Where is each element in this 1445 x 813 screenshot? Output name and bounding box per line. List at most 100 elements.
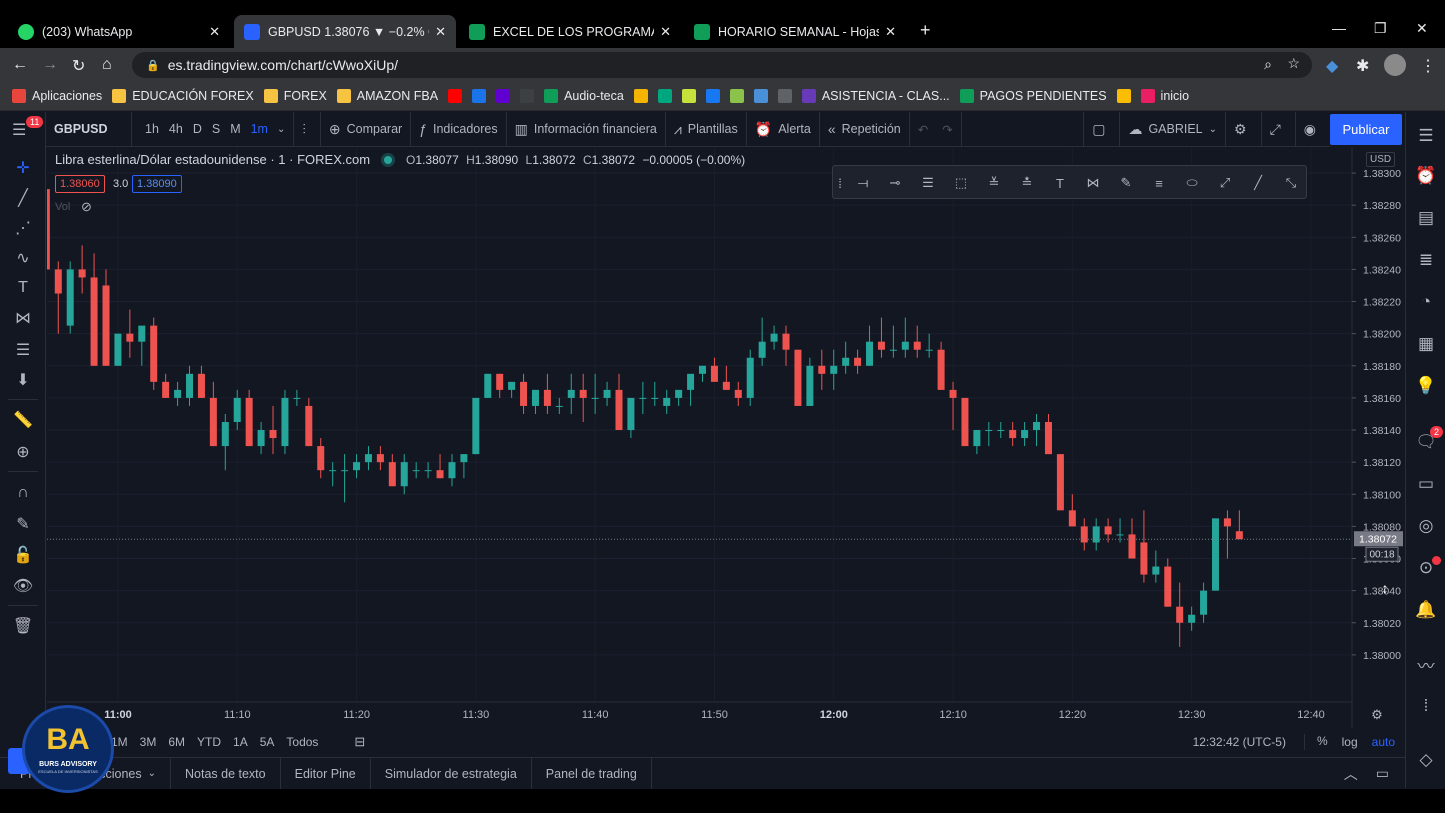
magnet-icon[interactable]: ∩ — [12, 482, 34, 504]
calendar-icon[interactable]: ▦ — [1414, 332, 1438, 356]
star-icon[interactable]: ☆ — [1287, 55, 1300, 72]
close-tab-icon[interactable]: ✕ — [209, 24, 220, 40]
layers-icon[interactable]: ◇ — [1414, 748, 1438, 772]
templates-button[interactable]: ⩘ Plantillas — [666, 111, 747, 147]
ruler-icon[interactable]: 📏 — [12, 409, 34, 431]
fib-channel-icon[interactable]: ≡ — [1149, 173, 1169, 193]
range-YTD[interactable]: YTD — [197, 735, 221, 749]
close-tab-icon[interactable]: ✕ — [885, 24, 896, 40]
hide-eye-icon[interactable]: ⊘ — [81, 199, 92, 215]
range-Todos[interactable]: Todos — [286, 735, 318, 749]
zoom-in-icon[interactable]: ⊕ — [12, 441, 34, 463]
interval-D[interactable]: D — [193, 122, 202, 136]
new-tab-button[interactable]: + — [920, 20, 931, 41]
horizontal-line-icon[interactable]: ⊸ — [885, 173, 905, 193]
close-tab-icon[interactable]: ✕ — [660, 24, 671, 40]
bookmark-item[interactable] — [657, 89, 672, 103]
messages-icon[interactable]: ▭ — [1414, 472, 1438, 496]
extension-icon[interactable]: ◆ — [1326, 56, 1338, 76]
text-tool-icon[interactable]: T — [12, 277, 34, 299]
ellipse-icon[interactable]: ⬭ — [1182, 173, 1202, 193]
indicators-button[interactable]: ƒ Indicadores — [411, 111, 507, 147]
bottom-tab[interactable]: Panel de trading — [532, 757, 652, 790]
data-window-icon[interactable]: ▤ — [1414, 206, 1438, 230]
profile-avatar[interactable] — [1384, 54, 1406, 76]
snapshot-button[interactable]: ◉ — [1296, 112, 1330, 147]
ideas-icon[interactable]: 💡 — [1414, 374, 1438, 398]
bookmark-item[interactable]: EDUCACIÓN FOREX — [112, 89, 254, 103]
replay-button[interactable]: « Repetición — [820, 111, 910, 147]
zigzag-icon[interactable]: 〰 — [1414, 652, 1438, 676]
bookmark-item[interactable] — [633, 89, 648, 103]
trendline-icon[interactable]: ╱ — [12, 187, 34, 209]
trash-icon[interactable]: 🗑 — [12, 615, 34, 637]
chevron-down-icon[interactable]: ⌄ — [277, 124, 285, 135]
eye-icon[interactable]: 👁 — [12, 575, 34, 597]
range-1A[interactable]: 1A — [233, 735, 248, 749]
bookmark-item[interactable]: ASISTENCIA - CLAS... — [801, 89, 950, 103]
xabcd-icon[interactable]: ⋈ — [12, 307, 34, 329]
bookmark-item[interactable] — [448, 89, 463, 103]
redo-icon[interactable]: ↷ — [942, 122, 952, 137]
back-icon[interactable]: ← — [12, 56, 28, 74]
bid-box[interactable]: 1.38060 — [55, 175, 105, 193]
bookmark-item[interactable] — [681, 89, 696, 103]
bookmark-item[interactable]: Audio-teca — [544, 89, 624, 103]
bookmark-item[interactable]: Aplicaciones — [12, 89, 102, 103]
clock-text[interactable]: 12:32:42 (UTC-5) — [1193, 735, 1286, 749]
bookmark-item[interactable]: FOREX — [263, 89, 327, 103]
interval-M[interactable]: M — [230, 122, 240, 136]
interval-S[interactable]: S — [212, 122, 220, 136]
browser-tab[interactable]: (203) WhatsApp ✕ — [8, 15, 230, 48]
range-3M[interactable]: 3M — [140, 735, 157, 749]
interval-1m[interactable]: 1m — [251, 122, 268, 136]
calendar-fire-icon[interactable]: ◔ — [1414, 290, 1438, 314]
bell-icon[interactable]: 🔔 — [1414, 598, 1438, 622]
compare-button[interactable]: ⊕ Comparar — [321, 111, 412, 147]
restore-icon[interactable]: ❐ — [1374, 20, 1387, 37]
crosshair-icon[interactable]: ✛ — [12, 157, 34, 179]
axis-settings-icon[interactable]: ⚙ — [1371, 707, 1383, 722]
lock-icon[interactable]: 🔓 — [12, 544, 34, 566]
range-6M[interactable]: 6M — [168, 735, 185, 749]
financials-button[interactable]: ▥ Información financiera — [507, 111, 666, 147]
kebab-menu-icon[interactable]: ⋮ — [1420, 56, 1436, 76]
chart-type-button[interactable]: ⫶ — [294, 111, 321, 147]
forward-icon[interactable]: → — [42, 56, 58, 74]
horizontal-ray-icon[interactable]: ⟞ — [853, 173, 873, 193]
hotlist-icon[interactable]: ≣ — [1414, 248, 1438, 272]
close-tab-icon[interactable]: ✕ — [435, 24, 446, 40]
reload-icon[interactable]: ↻ — [72, 56, 85, 76]
text-icon[interactable]: T — [1050, 173, 1070, 193]
bookmark-item[interactable] — [472, 89, 487, 103]
ask-box[interactable]: 1.38090 — [132, 175, 182, 193]
undo-icon[interactable]: ↶ — [918, 122, 928, 137]
percent-scale-toggle[interactable]: % — [1303, 734, 1328, 750]
alert-button[interactable]: ⏰ Alerta — [747, 111, 820, 147]
brush-icon[interactable]: ✎ — [1116, 173, 1136, 193]
settings-button[interactable]: ⚙ — [1226, 111, 1262, 147]
interval-4h[interactable]: 4h — [169, 122, 183, 136]
bookmark-item[interactable] — [496, 89, 511, 103]
prediction-icon[interactable]: ☰ — [12, 339, 34, 361]
symbol-description[interactable]: Libra esterlina/Dólar estadounidense · 1… — [55, 152, 370, 167]
interval-1h[interactable]: 1h — [145, 122, 159, 136]
streams-icon[interactable]: ◎ — [1414, 514, 1438, 538]
bookmark-item[interactable]: inicio — [1140, 89, 1189, 103]
bookmark-item[interactable] — [729, 89, 744, 103]
bookmark-item[interactable] — [705, 89, 720, 103]
maximize-panel-icon[interactable]: ▭ — [1376, 765, 1389, 782]
chevron-up-icon[interactable]: ︿ — [1344, 764, 1358, 784]
date-range-icon[interactable]: ⊟ — [354, 734, 365, 750]
bottom-tab[interactable]: Simulador de estrategia — [371, 757, 532, 790]
bookmark-item[interactable]: PAGOS PENDIENTES — [959, 89, 1107, 103]
dots-grid-icon[interactable]: ⁞ — [1414, 694, 1438, 718]
currency-label[interactable]: USD — [1366, 152, 1396, 167]
drag-handle-icon[interactable]: ⁞ — [835, 173, 845, 193]
parallel-channel-icon[interactable]: ☰ — [918, 173, 938, 193]
minimize-icon[interactable]: — — [1332, 20, 1346, 36]
bookmark-item[interactable] — [753, 89, 768, 103]
range-5A[interactable]: 5A — [260, 735, 275, 749]
browser-tab[interactable]: GBPUSD 1.38076 ▼ −0.2% GABR ✕ — [234, 15, 456, 48]
log-scale-toggle[interactable]: log — [1342, 735, 1358, 749]
